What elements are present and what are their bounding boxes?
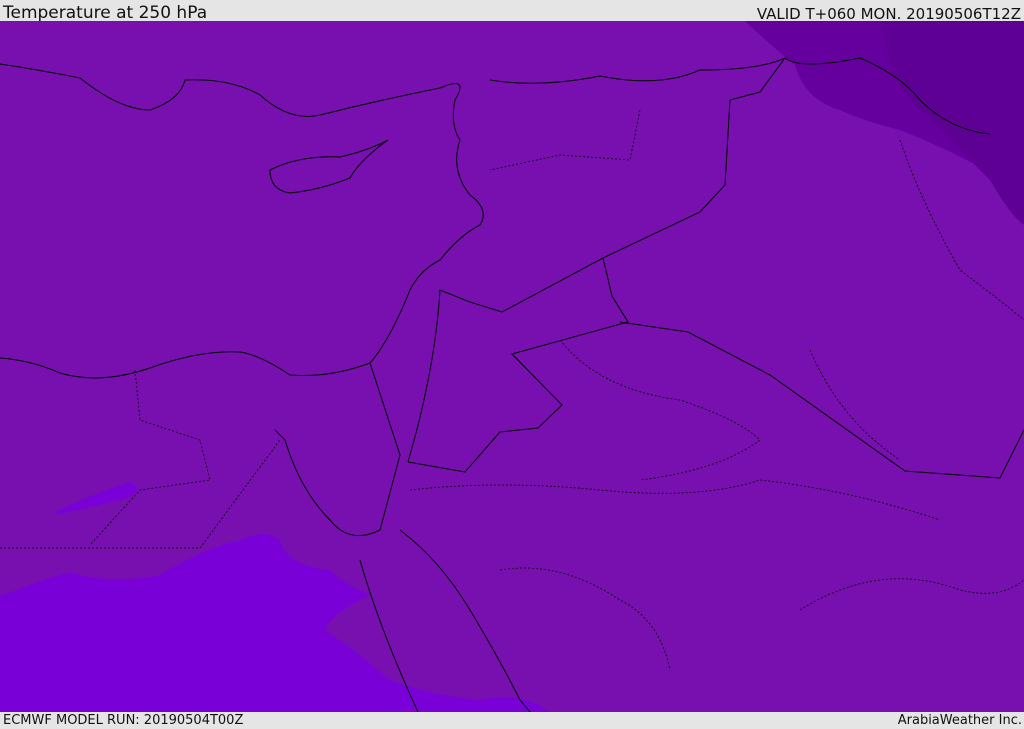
credit-text: ArabiaWeather Inc.: [897, 713, 1022, 728]
header-bar: Temperature at 250 hPa VALID T+060 MON. …: [0, 0, 1024, 23]
model-run: ECMWF MODEL RUN: 20190504T00Z: [3, 713, 244, 728]
map-title: Temperature at 250 hPa: [3, 3, 208, 23]
footer-bar: ECMWF MODEL RUN: 20190504T00Z ArabiaWeat…: [0, 712, 1024, 729]
temperature-map: [0, 21, 1024, 712]
